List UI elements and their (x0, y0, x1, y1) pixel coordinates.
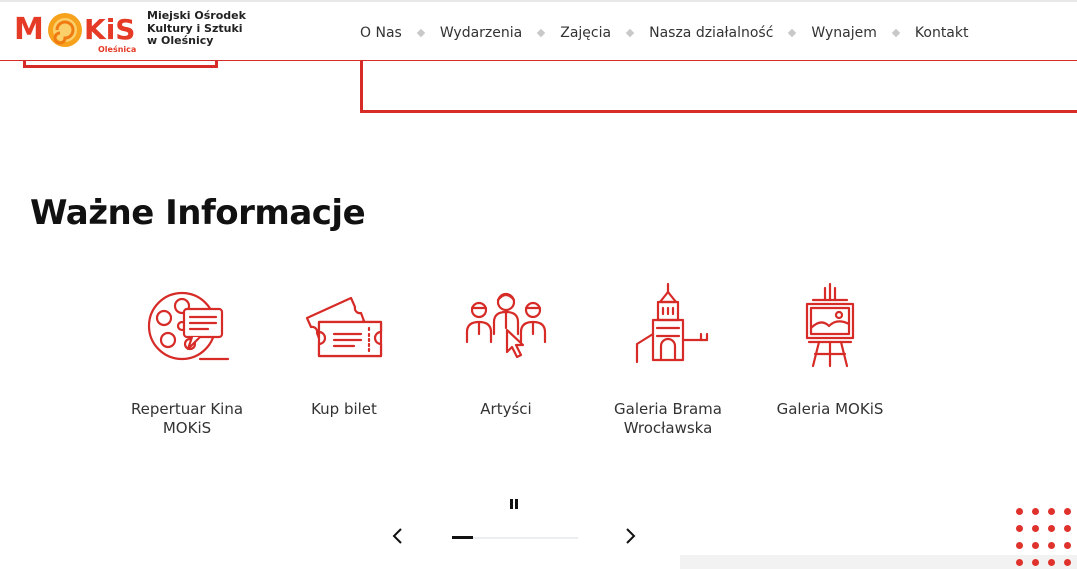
gate-tower-icon (623, 282, 713, 372)
carousel-prev-button[interactable] (388, 526, 408, 546)
nav-separator (522, 28, 560, 38)
main-navigation: O Nas Wydarzenia Zajęcia Nasza działalno… (360, 23, 968, 43)
nav-separator (611, 28, 649, 38)
chevron-left-icon (392, 528, 402, 544)
decorative-dot (1032, 559, 1039, 566)
decorative-dot (1032, 525, 1039, 532)
nav-separator (877, 28, 915, 38)
logo-town: Oleśnica (98, 44, 136, 54)
decorative-dot (1032, 508, 1039, 515)
decorative-dot (1032, 542, 1039, 549)
decorative-dot (1048, 508, 1055, 515)
card-label: Repertuar Kina MOKiS (130, 400, 244, 437)
decorative-dot (1048, 542, 1055, 549)
carousel-pause-button[interactable] (508, 498, 522, 512)
svg-text:M: M (14, 12, 44, 47)
card-label: Galeria MOKiS (776, 400, 884, 418)
carousel-progress-fill (452, 536, 474, 539)
nav-separator (773, 28, 811, 38)
section-title: Ważne Informacje (30, 193, 366, 233)
decorative-dots (1012, 506, 1077, 569)
nav-item-o-nas[interactable]: O Nas (360, 25, 402, 41)
card-artysci[interactable]: Artyści (431, 282, 581, 419)
card-repertuar-kina[interactable]: Repertuar Kina MOKiS (112, 282, 262, 438)
mokis-logo[interactable]: M KiS Oleśnica (14, 8, 139, 54)
decorative-dot (1064, 559, 1071, 566)
organization-name: Miejski Ośrodek Kultury i Sztuki w Oleśn… (147, 9, 267, 48)
nav-item-kontakt[interactable]: Kontakt (915, 25, 969, 41)
mokis-logo-graphic: M KiS Oleśnica (14, 12, 136, 54)
decorative-dot (1016, 508, 1023, 515)
info-cards-carousel: Repertuar Kina MOKiS Kup bilet Artyści G… (112, 282, 912, 462)
nav-separator (402, 28, 440, 38)
decorative-dot (1016, 525, 1023, 532)
decorative-dot (1064, 542, 1071, 549)
card-label: Artyści (480, 400, 532, 418)
card-galeria-brama[interactable]: Galeria Brama Wrocławska (593, 282, 743, 438)
card-kup-bilet[interactable]: Kup bilet (269, 282, 419, 419)
card-label: Kup bilet (311, 400, 377, 418)
card-galeria-mokis[interactable]: Galeria MOKiS (755, 282, 905, 419)
decorative-dot (1016, 542, 1023, 549)
decorative-dot (1064, 508, 1071, 515)
chevron-right-icon (626, 528, 636, 544)
nav-item-zajecia[interactable]: Zajęcia (560, 25, 611, 41)
decorative-dot (1048, 559, 1055, 566)
svg-text:KiS: KiS (84, 13, 135, 46)
site-header: M KiS Oleśnica Miejski Ośrodek Kultury i… (0, 0, 1077, 61)
easel-painting-icon (785, 282, 875, 372)
pause-icon (510, 499, 513, 509)
nav-item-wynajem[interactable]: Wynajem (811, 25, 876, 41)
decorative-dot (1016, 559, 1023, 566)
film-reel-chat-icon (142, 282, 232, 372)
decorative-dot (1064, 525, 1071, 532)
org-name-line: w Oleśnicy (147, 34, 214, 47)
card-label: Galeria Brama Wrocławska (614, 400, 722, 437)
artists-icon (461, 282, 551, 372)
carousel-progress-track[interactable] (452, 536, 578, 539)
decorative-dot (1048, 525, 1055, 532)
org-name-line: Miejski Ośrodek (147, 9, 246, 22)
tickets-icon (299, 282, 389, 372)
pause-icon (515, 499, 518, 509)
nav-item-wydarzenia[interactable]: Wydarzenia (440, 25, 522, 41)
nav-item-nasza-dzialalnosc[interactable]: Nasza działalność (649, 25, 773, 41)
carousel-next-button[interactable] (620, 526, 640, 546)
